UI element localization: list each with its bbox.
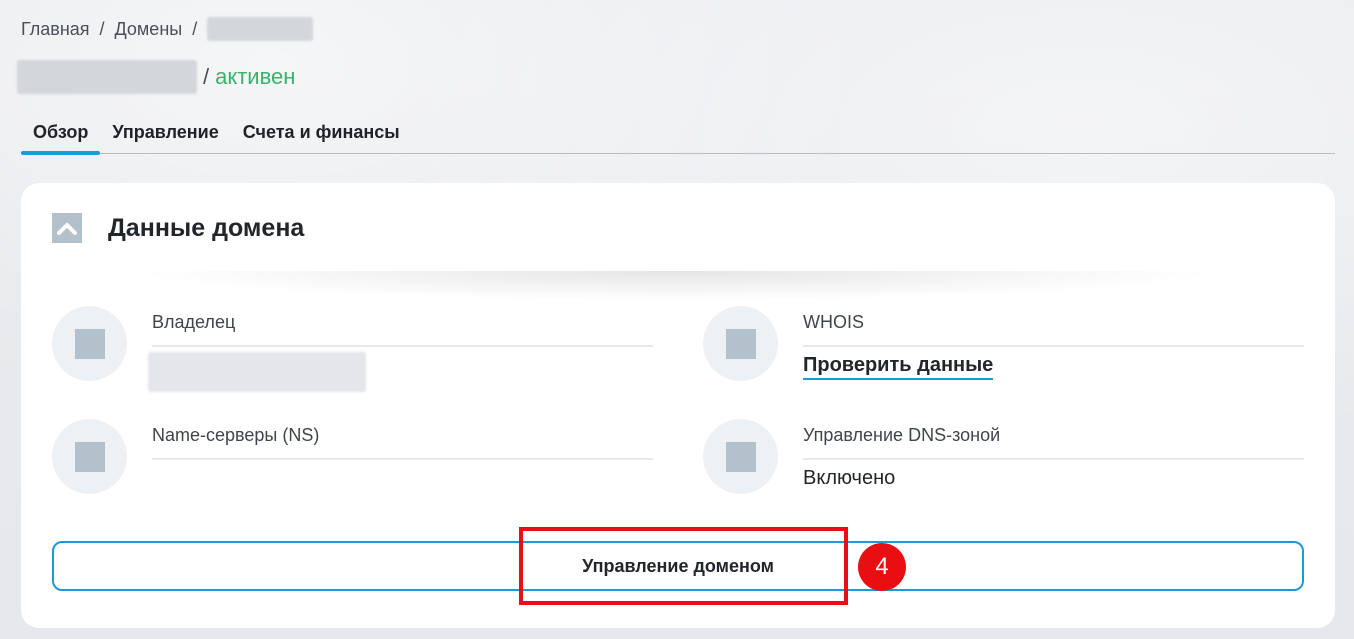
tab-bar: Обзор Управление Счета и финансы bbox=[21, 118, 1335, 155]
dns-value: Включено bbox=[803, 467, 896, 489]
breadcrumb-home-link[interactable]: Главная bbox=[21, 19, 90, 40]
ns-label: Name-серверы (NS) bbox=[152, 425, 653, 460]
chevron-up-icon bbox=[57, 223, 77, 235]
tab-management[interactable]: Управление bbox=[100, 118, 230, 154]
header-divider-shadow bbox=[131, 271, 1221, 301]
step-number-badge: 4 bbox=[858, 543, 906, 591]
owner-field: Владелец bbox=[52, 306, 653, 392]
breadcrumb-separator: / bbox=[192, 18, 198, 39]
tutorial-highlight-frame bbox=[519, 527, 848, 605]
card-header: Данные домена bbox=[52, 213, 304, 243]
ns-field: Name-серверы (NS) bbox=[52, 419, 653, 495]
breadcrumb: Главная / Домены / bbox=[21, 17, 314, 41]
check-data-link[interactable]: Проверить данные bbox=[803, 354, 994, 380]
whois-field: WHOIS Проверить данные bbox=[703, 306, 1304, 382]
owner-icon bbox=[52, 306, 127, 381]
ns-icon bbox=[52, 419, 127, 494]
dns-label: Управление DNS-зоной bbox=[803, 425, 1304, 460]
domain-name-redacted bbox=[17, 60, 197, 94]
tab-overview[interactable]: Обзор bbox=[21, 118, 101, 155]
dns-field: Управление DNS-зоной Включено bbox=[703, 419, 1304, 495]
breadcrumb-separator: / bbox=[99, 18, 105, 39]
page-title: / активен bbox=[17, 60, 295, 94]
domain-status: активен bbox=[215, 64, 296, 89]
tab-billing[interactable]: Счета и финансы bbox=[231, 118, 412, 154]
dns-icon bbox=[703, 419, 778, 494]
collapse-button[interactable] bbox=[52, 213, 82, 243]
card-title: Данные домена bbox=[108, 213, 305, 242]
breadcrumb-domain-redacted bbox=[207, 17, 314, 41]
owner-value-redacted bbox=[148, 352, 366, 392]
whois-icon bbox=[703, 306, 778, 381]
title-separator: / bbox=[203, 64, 210, 89]
breadcrumb-domains-link[interactable]: Домены bbox=[115, 19, 183, 40]
whois-label: WHOIS bbox=[803, 312, 1304, 347]
owner-label: Владелец bbox=[152, 312, 653, 347]
